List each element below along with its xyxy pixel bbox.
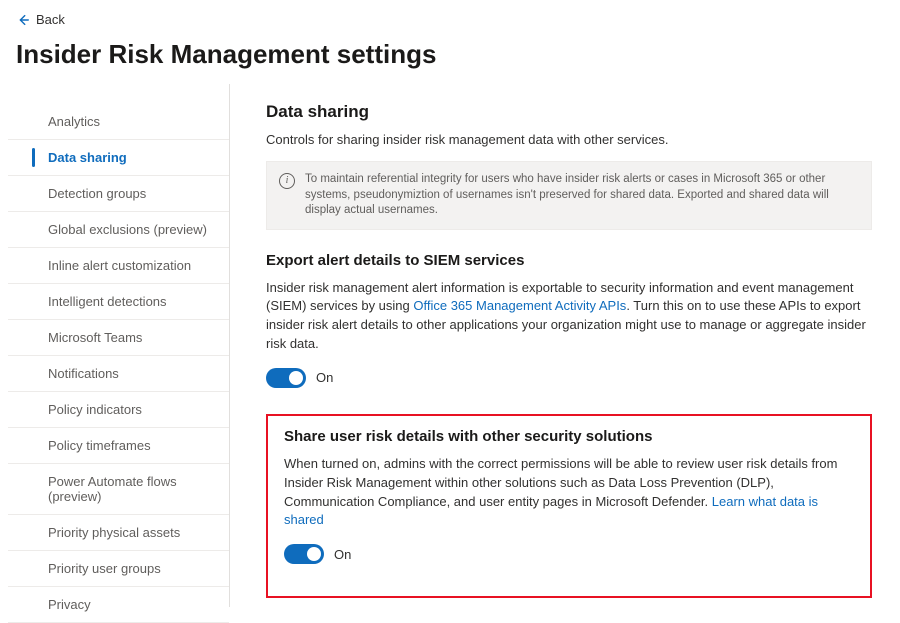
export-siem-toggle-label: On (316, 370, 333, 385)
main-content: Data sharing Controls for sharing inside… (230, 84, 892, 607)
sidebar-item-analytics[interactable]: Analytics (8, 104, 229, 140)
back-button[interactable]: Back (16, 12, 65, 27)
sidebar-item-priority-physical-assets[interactable]: Priority physical assets (8, 515, 229, 551)
data-sharing-desc: Controls for sharing insider risk manage… (266, 132, 872, 147)
export-siem-para: Insider risk management alert informatio… (266, 279, 872, 354)
sidebar-item-priority-user-groups[interactable]: Priority user groups (8, 551, 229, 587)
sidebar-item-notifications[interactable]: Notifications (8, 356, 229, 392)
page-title: Insider Risk Management settings (0, 35, 900, 84)
sidebar-item-policy-timeframes[interactable]: Policy timeframes (8, 428, 229, 464)
sidebar-item-intelligent-detections[interactable]: Intelligent detections (8, 284, 229, 320)
export-siem-toggle[interactable] (266, 368, 306, 388)
sidebar-item-policy-indicators[interactable]: Policy indicators (8, 392, 229, 428)
arrow-left-icon (16, 13, 30, 27)
sidebar-item-data-sharing[interactable]: Data sharing (8, 140, 229, 176)
share-user-risk-toggle[interactable] (284, 544, 324, 564)
office365-api-link[interactable]: Office 365 Management Activity APIs (413, 298, 626, 313)
info-banner-text: To maintain referential integrity for us… (305, 172, 859, 219)
info-banner: i To maintain referential integrity for … (266, 161, 872, 230)
share-user-risk-para: When turned on, admins with the correct … (284, 455, 854, 530)
sidebar-item-detection-groups[interactable]: Detection groups (8, 176, 229, 212)
info-icon: i (279, 173, 295, 189)
sidebar-item-global-exclusions[interactable]: Global exclusions (preview) (8, 212, 229, 248)
sidebar-item-microsoft-teams[interactable]: Microsoft Teams (8, 320, 229, 356)
sidebar-item-power-automate[interactable]: Power Automate flows (preview) (8, 464, 229, 515)
share-user-risk-toggle-label: On (334, 547, 351, 562)
back-label: Back (36, 12, 65, 27)
share-user-risk-toggle-row: On (284, 544, 854, 564)
share-user-risk-heading: Share user risk details with other secur… (284, 428, 854, 445)
settings-sidebar: Analytics Data sharing Detection groups … (8, 84, 230, 607)
export-siem-heading: Export alert details to SIEM services (266, 252, 872, 269)
sidebar-item-inline-alert[interactable]: Inline alert customization (8, 248, 229, 284)
data-sharing-heading: Data sharing (266, 102, 872, 122)
share-user-risk-section: Share user risk details with other secur… (266, 414, 872, 598)
sidebar-item-privacy[interactable]: Privacy (8, 587, 229, 623)
export-siem-toggle-row: On (266, 368, 872, 388)
